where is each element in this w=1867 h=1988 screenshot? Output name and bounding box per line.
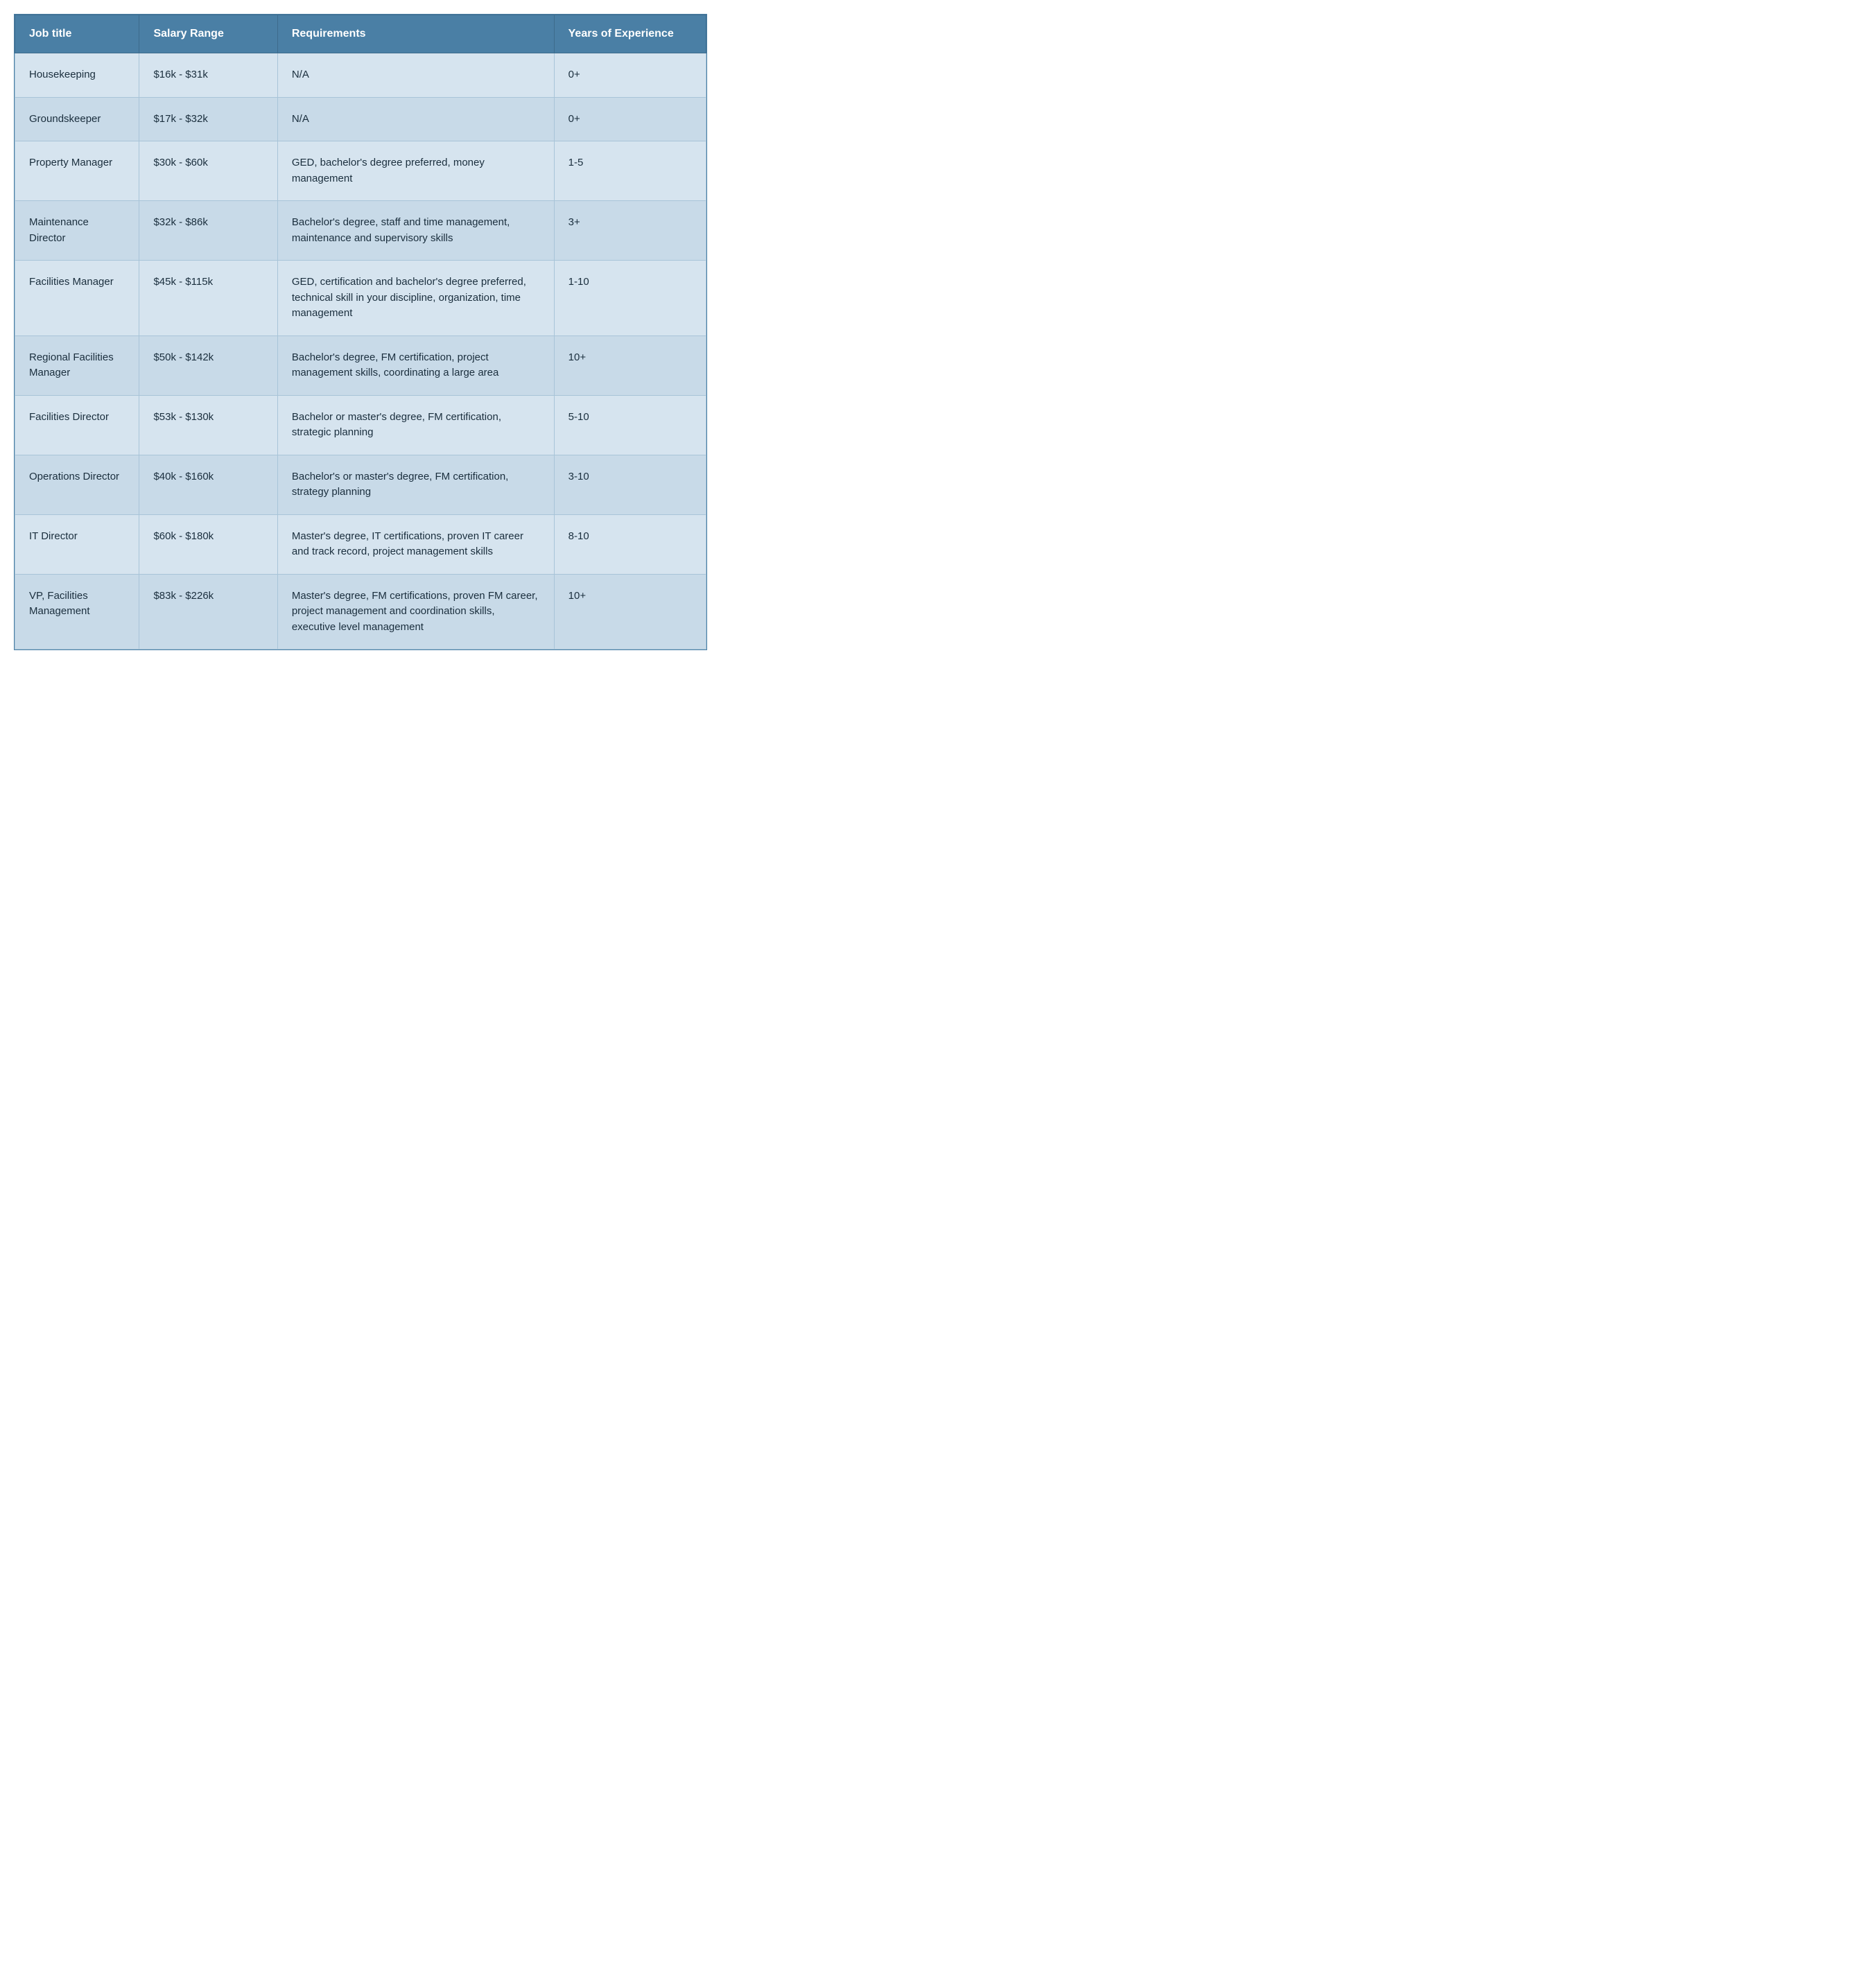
cell-years-experience: 1-5 — [554, 141, 706, 201]
cell-years-experience: 10+ — [554, 335, 706, 395]
cell-salary-range: $17k - $32k — [139, 97, 277, 141]
table-row: Facilities Manager$45k - $115kGED, certi… — [15, 261, 706, 336]
cell-years-experience: 3-10 — [554, 455, 706, 514]
cell-salary-range: $32k - $86k — [139, 201, 277, 261]
table-row: Property Manager$30k - $60kGED, bachelor… — [15, 141, 706, 201]
cell-requirements: Bachelor's degree, staff and time manage… — [277, 201, 554, 261]
table-row: Facilities Director$53k - $130kBachelor … — [15, 395, 706, 455]
header-salary-range: Salary Range — [139, 15, 277, 53]
cell-job-title: Facilities Director — [15, 395, 139, 455]
cell-job-title: Property Manager — [15, 141, 139, 201]
table-body: Housekeeping$16k - $31kN/A0+Groundskeepe… — [15, 53, 706, 649]
cell-requirements: N/A — [277, 53, 554, 98]
cell-years-experience: 0+ — [554, 53, 706, 98]
header-job-title: Job title — [15, 15, 139, 53]
cell-years-experience: 5-10 — [554, 395, 706, 455]
cell-years-experience: 0+ — [554, 97, 706, 141]
cell-salary-range: $16k - $31k — [139, 53, 277, 98]
facilities-jobs-table: Job title Salary Range Requirements Year… — [15, 15, 706, 649]
cell-job-title: Regional Facilities Manager — [15, 335, 139, 395]
cell-job-title: Operations Director — [15, 455, 139, 514]
cell-salary-range: $83k - $226k — [139, 574, 277, 649]
main-table-container: Job title Salary Range Requirements Year… — [14, 14, 707, 650]
cell-requirements: GED, certification and bachelor's degree… — [277, 261, 554, 336]
cell-job-title: Maintenance Director — [15, 201, 139, 261]
cell-job-title: IT Director — [15, 514, 139, 574]
cell-years-experience: 3+ — [554, 201, 706, 261]
cell-requirements: N/A — [277, 97, 554, 141]
cell-salary-range: $45k - $115k — [139, 261, 277, 336]
table-row: VP, Facilities Management$83k - $226kMas… — [15, 574, 706, 649]
cell-salary-range: $40k - $160k — [139, 455, 277, 514]
cell-years-experience: 10+ — [554, 574, 706, 649]
cell-job-title: Facilities Manager — [15, 261, 139, 336]
header-years-experience: Years of Experience — [554, 15, 706, 53]
table-header-row: Job title Salary Range Requirements Year… — [15, 15, 706, 53]
cell-salary-range: $30k - $60k — [139, 141, 277, 201]
cell-years-experience: 1-10 — [554, 261, 706, 336]
header-requirements: Requirements — [277, 15, 554, 53]
cell-requirements: Bachelor's degree, FM certification, pro… — [277, 335, 554, 395]
table-row: Maintenance Director$32k - $86kBachelor'… — [15, 201, 706, 261]
cell-requirements: GED, bachelor's degree preferred, money … — [277, 141, 554, 201]
cell-job-title: VP, Facilities Management — [15, 574, 139, 649]
cell-salary-range: $60k - $180k — [139, 514, 277, 574]
cell-job-title: Groundskeeper — [15, 97, 139, 141]
cell-requirements: Bachelor or master's degree, FM certific… — [277, 395, 554, 455]
table-row: IT Director$60k - $180kMaster's degree, … — [15, 514, 706, 574]
cell-job-title: Housekeeping — [15, 53, 139, 98]
cell-salary-range: $50k - $142k — [139, 335, 277, 395]
table-row: Operations Director$40k - $160kBachelor'… — [15, 455, 706, 514]
cell-requirements: Master's degree, FM certifications, prov… — [277, 574, 554, 649]
table-row: Regional Facilities Manager$50k - $142kB… — [15, 335, 706, 395]
cell-years-experience: 8-10 — [554, 514, 706, 574]
cell-salary-range: $53k - $130k — [139, 395, 277, 455]
table-row: Housekeeping$16k - $31kN/A0+ — [15, 53, 706, 98]
table-row: Groundskeeper$17k - $32kN/A0+ — [15, 97, 706, 141]
cell-requirements: Bachelor's or master's degree, FM certif… — [277, 455, 554, 514]
cell-requirements: Master's degree, IT certifications, prov… — [277, 514, 554, 574]
